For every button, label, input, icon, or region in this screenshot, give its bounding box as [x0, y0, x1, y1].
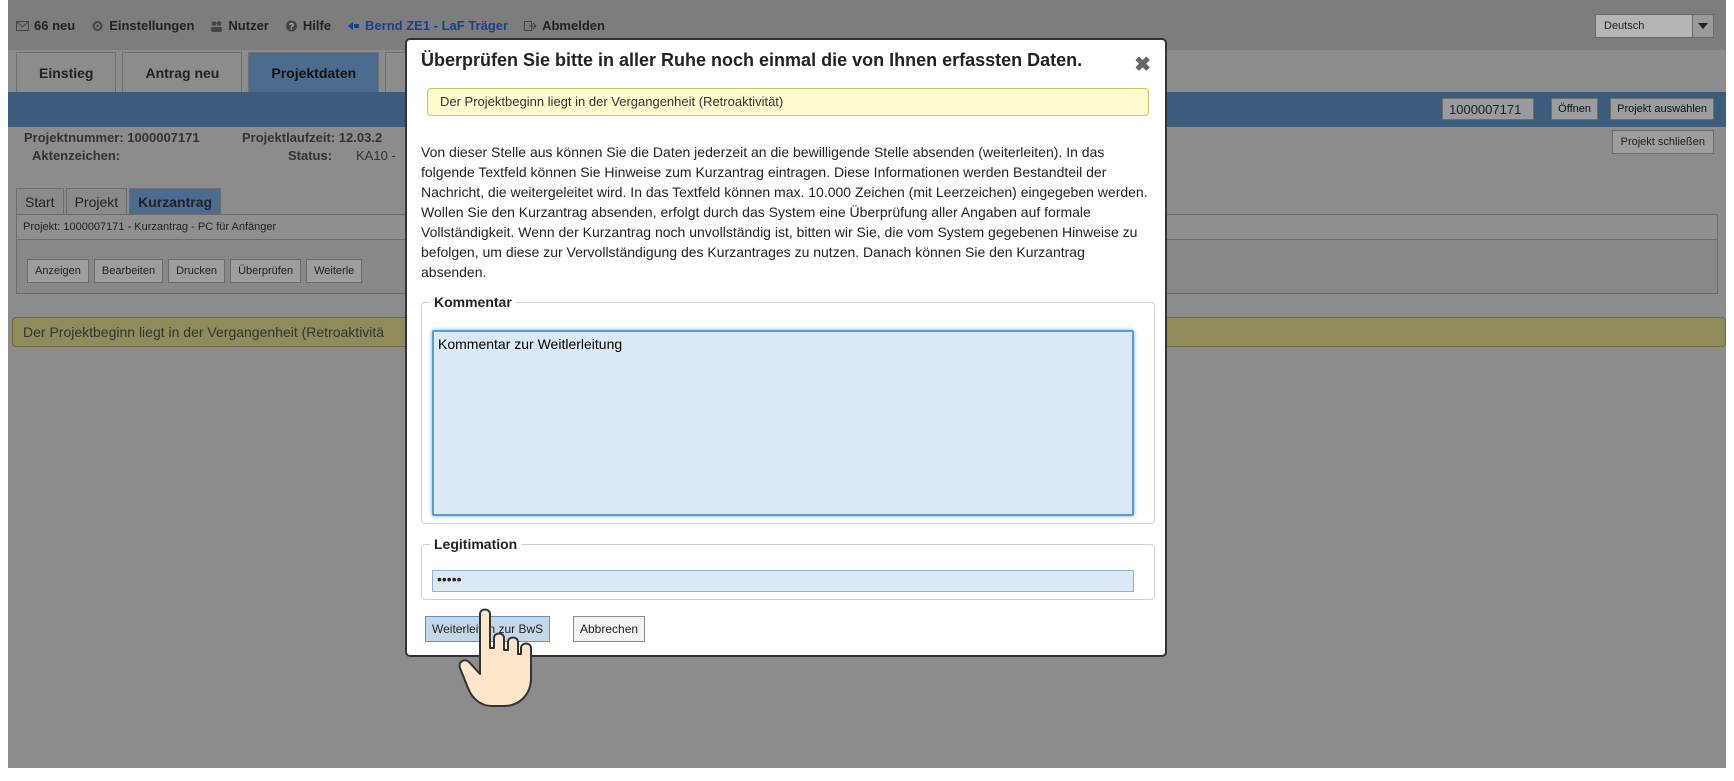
- legitimation-legend: Legitimation: [434, 536, 518, 552]
- logout-link[interactable]: Abmelden: [524, 18, 605, 33]
- help-link[interactable]: ? Hilfe: [285, 18, 331, 33]
- tab-antrag-neu[interactable]: Antrag neu: [122, 52, 243, 93]
- project-duration-label: Projektlaufzeit: 12.03.2: [242, 130, 383, 145]
- user-link[interactable]: Bernd ZE1 - LaF Träger: [347, 18, 508, 33]
- sub-tabs: Start Projekt Kurzantrag: [16, 188, 222, 215]
- pointer-hand-icon: [458, 608, 532, 707]
- comment-legend: Kommentar: [434, 294, 512, 310]
- envelope-icon: [16, 20, 29, 31]
- tab-projektdaten[interactable]: Projektdaten: [248, 52, 380, 93]
- gear-icon: [92, 20, 103, 31]
- legitimation-fieldset: Legitimation •••••: [421, 536, 1155, 600]
- file-number-label: Aktenzeichen:: [32, 148, 121, 163]
- chevron-down-icon[interactable]: [1692, 15, 1713, 37]
- users-label: Nutzer: [228, 18, 269, 33]
- settings-label: Einstellungen: [109, 18, 195, 33]
- open-button[interactable]: Öffnen: [1551, 98, 1598, 120]
- dialog-title: Überprüfen Sie bitte in aller Ruhe noch …: [421, 50, 1083, 70]
- subtab-start[interactable]: Start: [16, 188, 64, 215]
- logout-label: Abmelden: [542, 18, 605, 33]
- dialog-description: Von dieser Stelle aus können Sie die Dat…: [421, 144, 1148, 280]
- help-label: Hilfe: [302, 18, 332, 33]
- panel-actions: Anzeigen Bearbeiten Drucken Überprüfen W…: [27, 259, 363, 283]
- tab-einstieg[interactable]: Einstieg: [16, 52, 117, 93]
- subtab-projekt[interactable]: Projekt: [65, 188, 128, 215]
- cancel-button[interactable]: Abbrechen: [573, 616, 646, 642]
- edit-button[interactable]: Bearbeiten: [93, 259, 164, 283]
- main-tabs: Einstieg Antrag neu Projektdaten Contr: [16, 52, 469, 93]
- comment-textarea[interactable]: [432, 330, 1134, 516]
- settings-link[interactable]: Einstellungen: [91, 18, 194, 33]
- forward-button[interactable]: Weiterle: [306, 259, 363, 283]
- legitimation-password-field[interactable]: •••••: [432, 570, 1134, 592]
- status-value: KA10 -: [356, 148, 396, 163]
- user-label: Bernd ZE1 - LaF Träger: [365, 18, 509, 33]
- status-label: Status:: [288, 148, 333, 163]
- subtab-kurzantrag[interactable]: Kurzantrag: [129, 188, 222, 215]
- comment-fieldset: Kommentar: [421, 294, 1155, 524]
- language-select[interactable]: Deutsch: [1595, 14, 1714, 38]
- messages-label: 66 neu: [34, 18, 76, 33]
- print-button[interactable]: Drucken: [168, 259, 226, 283]
- language-value: Deutsch: [1604, 20, 1645, 32]
- help-icon: ?: [285, 20, 297, 31]
- project-number-input[interactable]: 1000007171: [1442, 98, 1534, 120]
- project-number-label: Projektnummer: 1000007171: [24, 130, 200, 145]
- users-icon: [211, 20, 223, 32]
- check-button[interactable]: Überprüfen: [230, 259, 302, 283]
- dialog-warning: Der Projektbeginn liegt in der Vergangen…: [427, 88, 1149, 116]
- close-project-button[interactable]: Projekt schließen: [1611, 130, 1714, 154]
- logout-icon: [524, 20, 537, 31]
- svg-text:?: ?: [289, 21, 295, 31]
- messages-link[interactable]: 66 neu: [16, 18, 75, 33]
- review-dialog: Überprüfen Sie bitte in aller Ruhe noch …: [405, 38, 1167, 657]
- close-icon[interactable]: ✖: [1134, 52, 1151, 77]
- top-navigation: 66 neu Einstellungen Nutzer ? Hilfe Bern…: [16, 18, 605, 33]
- select-project-button[interactable]: Projekt auswählen: [1610, 98, 1714, 120]
- user-icon: [348, 21, 360, 30]
- users-link[interactable]: Nutzer: [210, 18, 269, 33]
- show-button[interactable]: Anzeigen: [27, 259, 89, 283]
